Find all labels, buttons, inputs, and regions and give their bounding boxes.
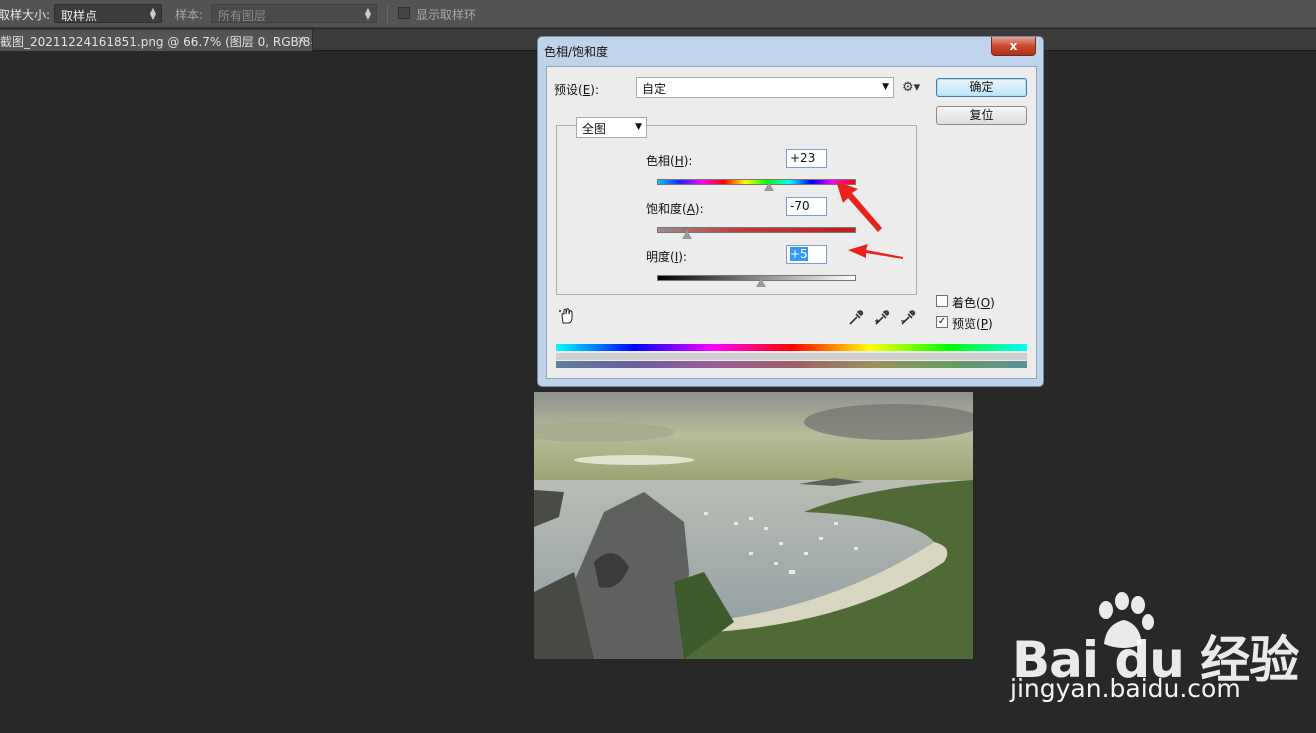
preset-label: 预设(E): xyxy=(554,83,600,97)
preset-select[interactable]: 自定 ▼ xyxy=(636,77,894,98)
dropdown-arrows-icon: ▲ ▼ xyxy=(149,6,156,21)
preview-label: 预览(P) xyxy=(952,317,993,331)
saturation-input[interactable]: -70 xyxy=(786,197,827,216)
saturation-slider-thumb[interactable] xyxy=(681,230,692,239)
watermark-url: jingyan.baidu.com xyxy=(1010,674,1241,703)
hue-slider-thumb[interactable] xyxy=(764,182,775,191)
bay-photo xyxy=(534,392,973,659)
watermark: Bai du 经验 jingyan.baidu.com xyxy=(1000,590,1300,710)
input-color-bar xyxy=(556,344,1027,351)
hue-slider[interactable] xyxy=(657,179,856,185)
sample-size-value: 取样点 xyxy=(61,9,98,23)
adjustment-group: 全图 ▼ 色相(H): +23 饱和度(A): -70 明度(I): +5 xyxy=(556,117,917,295)
hue-input[interactable]: +23 xyxy=(786,149,827,168)
output-color-bar xyxy=(556,361,1027,368)
gear-menu-icon[interactable]: ⚙▾ xyxy=(902,80,920,95)
sample-label: 样本: xyxy=(175,8,204,22)
show-sampling-ring-checkbox[interactable] xyxy=(398,7,410,19)
options-bar: 取样大小: 取样点 ▲ ▼ 样本: 所有图层 ▲ ▼ 显示取样环 xyxy=(0,0,1316,28)
sample-size-label: 取样大小: xyxy=(0,8,51,22)
eyedropper-icon[interactable] xyxy=(847,309,865,327)
reset-button[interactable]: 复位 xyxy=(936,106,1027,125)
dialog-close-button[interactable]: x xyxy=(991,37,1036,56)
preview-checkbox[interactable]: ✓ xyxy=(936,316,948,328)
options-separator xyxy=(387,4,388,24)
saturation-label: 饱和度(A): xyxy=(646,202,704,216)
color-bar-divider xyxy=(556,353,1027,360)
document-tab[interactable]: 截图_20211224161851.png @ 66.7% (图层 0, RGB… xyxy=(0,30,313,51)
hue-saturation-dialog: 色相/饱和度 x 预设(E): 自定 ▼ ⚙▾ 确定 复位 全图 ▼ 色相(H)… xyxy=(537,36,1044,387)
eyedropper-minus-icon[interactable] xyxy=(899,309,917,327)
sample-select[interactable]: 所有图层 ▲ ▼ xyxy=(211,4,377,23)
show-sampling-ring-label: 显示取样环 xyxy=(416,8,477,22)
document-tab-title: 截图_20211224161851.png @ 66.7% (图层 0, RGB… xyxy=(0,35,313,49)
lightness-label: 明度(I): xyxy=(646,250,687,264)
chevron-down-icon: ▼ xyxy=(635,122,642,132)
dialog-title: 色相/饱和度 xyxy=(544,45,609,59)
channel-select[interactable]: 全图 ▼ xyxy=(576,117,647,138)
dropdown-arrows-icon: ▲ ▼ xyxy=(364,6,371,21)
ok-button[interactable]: 确定 xyxy=(936,78,1027,97)
canvas-image xyxy=(534,392,973,659)
close-icon[interactable]: × xyxy=(297,33,306,46)
hue-label: 色相(H): xyxy=(646,154,693,168)
colorize-label: 着色(O) xyxy=(952,296,995,310)
sample-size-select[interactable]: 取样点 ▲ ▼ xyxy=(54,4,162,23)
close-icon: x xyxy=(1009,39,1018,53)
lightness-slider-thumb[interactable] xyxy=(756,278,767,287)
channel-value: 全图 xyxy=(582,122,607,136)
lightness-input[interactable]: +5 xyxy=(786,245,827,264)
chevron-down-icon: ▼ xyxy=(882,82,889,92)
sample-value: 所有图层 xyxy=(218,9,267,23)
preset-value: 自定 xyxy=(642,82,667,96)
lightness-value-selected: +5 xyxy=(790,247,808,261)
eyedropper-plus-icon[interactable] xyxy=(873,309,891,327)
dialog-body: 预设(E): 自定 ▼ ⚙▾ 确定 复位 全图 ▼ 色相(H): +23 饱和度… xyxy=(546,66,1037,379)
colorize-checkbox[interactable] xyxy=(936,295,948,307)
on-image-adjust-hand-icon[interactable] xyxy=(558,307,576,325)
